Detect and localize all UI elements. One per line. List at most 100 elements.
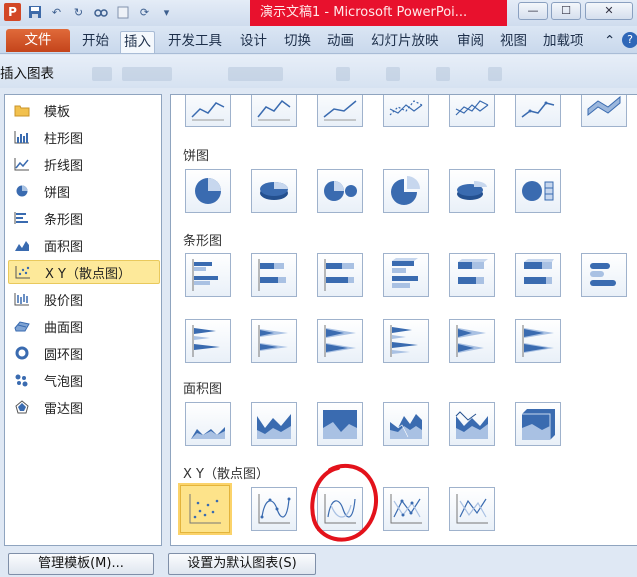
tab-transitions[interactable]: 切换	[284, 31, 311, 53]
tab-addins[interactable]: 加载项	[543, 31, 584, 53]
close-button[interactable]: ✕	[585, 2, 633, 20]
undo-icon[interactable]: ↶	[48, 3, 65, 21]
category-label: 曲面图	[44, 320, 84, 336]
chart-thumb-pyramid-bar[interactable]	[383, 319, 429, 363]
chart-thumb-stacked-bar[interactable]	[251, 253, 297, 297]
category-label: 面积图	[44, 239, 84, 255]
ribbon-tabs: 文件 开始 插入 开发工具 设计 切换 动画 幻灯片放映 审阅 视图 加载项 ⌃…	[0, 26, 637, 54]
category-label: 股价图	[44, 293, 84, 309]
manage-templates-button[interactable]: 管理模板(M)...	[8, 553, 154, 575]
chart-thumb-3d-stacked-area[interactable]	[449, 402, 495, 446]
category-label: 模板	[44, 104, 71, 120]
chart-thumb-100-stacked-area[interactable]	[317, 402, 363, 446]
dialog-header: 插入图表	[0, 55, 637, 88]
category-area[interactable]: 面积图	[8, 233, 160, 257]
customize-toolbar-icon[interactable]: ▾	[158, 3, 175, 21]
chart-thumb-cone-bar[interactable]	[185, 319, 231, 363]
section-title-area: 面积图	[183, 382, 223, 397]
background-ribbon-icon	[228, 67, 283, 81]
refresh-icon[interactable]: ⟳	[136, 3, 153, 21]
chart-thumb-stacked-pyramid-bar[interactable]	[449, 319, 495, 363]
scatter-chart-icon	[15, 265, 31, 279]
find-icon[interactable]	[92, 3, 109, 21]
category-line[interactable]: 折线图	[8, 152, 160, 176]
category-label: X Y（散点图）	[45, 266, 131, 282]
chart-thumb-scatter-straight-markers[interactable]	[383, 487, 429, 531]
chart-thumb-3d-line[interactable]	[581, 95, 627, 127]
tab-slideshow[interactable]: 幻灯片放映	[371, 31, 439, 53]
surface-chart-icon	[14, 319, 30, 333]
category-templates[interactable]: 模板	[8, 98, 160, 122]
background-ribbon-icon	[92, 67, 112, 81]
chart-thumb-clustered-bar[interactable]	[185, 253, 231, 297]
line-chart-icon	[14, 157, 30, 171]
tab-animations[interactable]: 动画	[327, 31, 354, 53]
chart-thumb-3d-clustered-bar[interactable]	[383, 253, 429, 297]
chart-thumb-pie-of-pie[interactable]	[317, 169, 363, 213]
chart-thumb-100-stacked-bar[interactable]	[317, 253, 363, 297]
chart-thumb-pie[interactable]	[185, 169, 231, 213]
category-doughnut[interactable]: 圆环图	[8, 341, 160, 365]
category-bar[interactable]: 条形图	[8, 206, 160, 230]
category-surface[interactable]: 曲面图	[8, 314, 160, 338]
chart-thumb-line[interactable]	[185, 95, 231, 127]
chart-thumb-line-markers[interactable]	[383, 95, 429, 127]
section-title-pie: 饼图	[183, 149, 210, 164]
chart-gallery: 饼图 条形图 面积图 X Y（散点图）	[170, 94, 637, 546]
tab-review[interactable]: 审阅	[457, 31, 484, 53]
help-icon[interactable]: ?	[622, 32, 637, 48]
pie-chart-icon	[14, 184, 30, 198]
tab-home[interactable]: 开始	[82, 31, 109, 53]
chart-thumb-100-pyramid-bar[interactable]	[515, 319, 561, 363]
stock-chart-icon	[14, 292, 30, 306]
tab-developer[interactable]: 开发工具	[168, 31, 222, 53]
chart-thumb-3d-area[interactable]	[383, 402, 429, 446]
section-title-scatter: X Y（散点图）	[183, 467, 269, 482]
dialog-title: 插入图表	[0, 66, 54, 82]
section-title-bar: 条形图	[183, 234, 223, 249]
chart-thumb-stacked-area[interactable]	[251, 402, 297, 446]
collapse-ribbon-icon[interactable]: ⌃	[604, 31, 615, 53]
chart-thumb-line[interactable]	[317, 95, 363, 127]
redo-icon[interactable]: ↻	[70, 3, 87, 21]
chart-thumb-3d-cylinder-bar[interactable]	[581, 253, 627, 297]
tab-file[interactable]: 文件	[6, 29, 70, 52]
chart-thumb-3d-pie[interactable]	[251, 169, 297, 213]
tab-insert[interactable]: 插入	[120, 31, 155, 53]
chart-thumb-3d-exploded-pie[interactable]	[449, 169, 495, 213]
chart-thumb-bar-of-pie[interactable]	[515, 169, 561, 213]
chart-thumb-exploded-pie[interactable]	[383, 169, 429, 213]
category-stock[interactable]: 股价图	[8, 287, 160, 311]
title-bar: P ↶ ↻ ⟳ ▾ 演示文稿1 - Microsoft PowerPoi... …	[0, 0, 637, 26]
powerpoint-logo-icon: P	[4, 3, 21, 21]
tab-view[interactable]: 视图	[500, 31, 527, 53]
category-column[interactable]: 柱形图	[8, 125, 160, 149]
chart-thumb-line-markers[interactable]	[449, 95, 495, 127]
chart-thumb-3d-stacked-bar[interactable]	[449, 253, 495, 297]
chart-thumb-stacked-cone-bar[interactable]	[251, 319, 297, 363]
minimize-button[interactable]: —	[518, 2, 548, 20]
category-scatter[interactable]: X Y（散点图）	[8, 260, 160, 284]
background-ribbon-icon	[122, 67, 172, 81]
category-radar[interactable]: 雷达图	[8, 395, 160, 419]
chart-thumb-3d-100-area[interactable]	[515, 402, 561, 446]
chart-thumb-scatter-smooth-markers[interactable]	[251, 487, 297, 531]
chart-thumb-area[interactable]	[185, 402, 231, 446]
maximize-button[interactable]: ☐	[551, 2, 581, 20]
chart-thumb-100-cone-bar[interactable]	[317, 319, 363, 363]
chart-thumb-scatter-markers[interactable]	[180, 485, 230, 533]
chart-thumb-scatter-smooth[interactable]	[317, 487, 363, 531]
category-label: 圆环图	[44, 347, 84, 363]
category-pie[interactable]: 饼图	[8, 179, 160, 203]
clipboard-icon[interactable]	[114, 3, 131, 21]
category-bubble[interactable]: 气泡图	[8, 368, 160, 392]
chart-thumb-line[interactable]	[251, 95, 297, 127]
chart-thumb-3d-100-stacked-bar[interactable]	[515, 253, 561, 297]
tab-design[interactable]: 设计	[240, 31, 267, 53]
save-icon[interactable]	[26, 3, 43, 21]
category-label: 折线图	[44, 158, 84, 174]
chart-thumb-scatter-straight[interactable]	[449, 487, 495, 531]
chart-thumb-line-markers[interactable]	[515, 95, 561, 127]
set-default-chart-button[interactable]: 设置为默认图表(S)	[168, 553, 316, 575]
background-ribbon-icon	[488, 67, 502, 81]
